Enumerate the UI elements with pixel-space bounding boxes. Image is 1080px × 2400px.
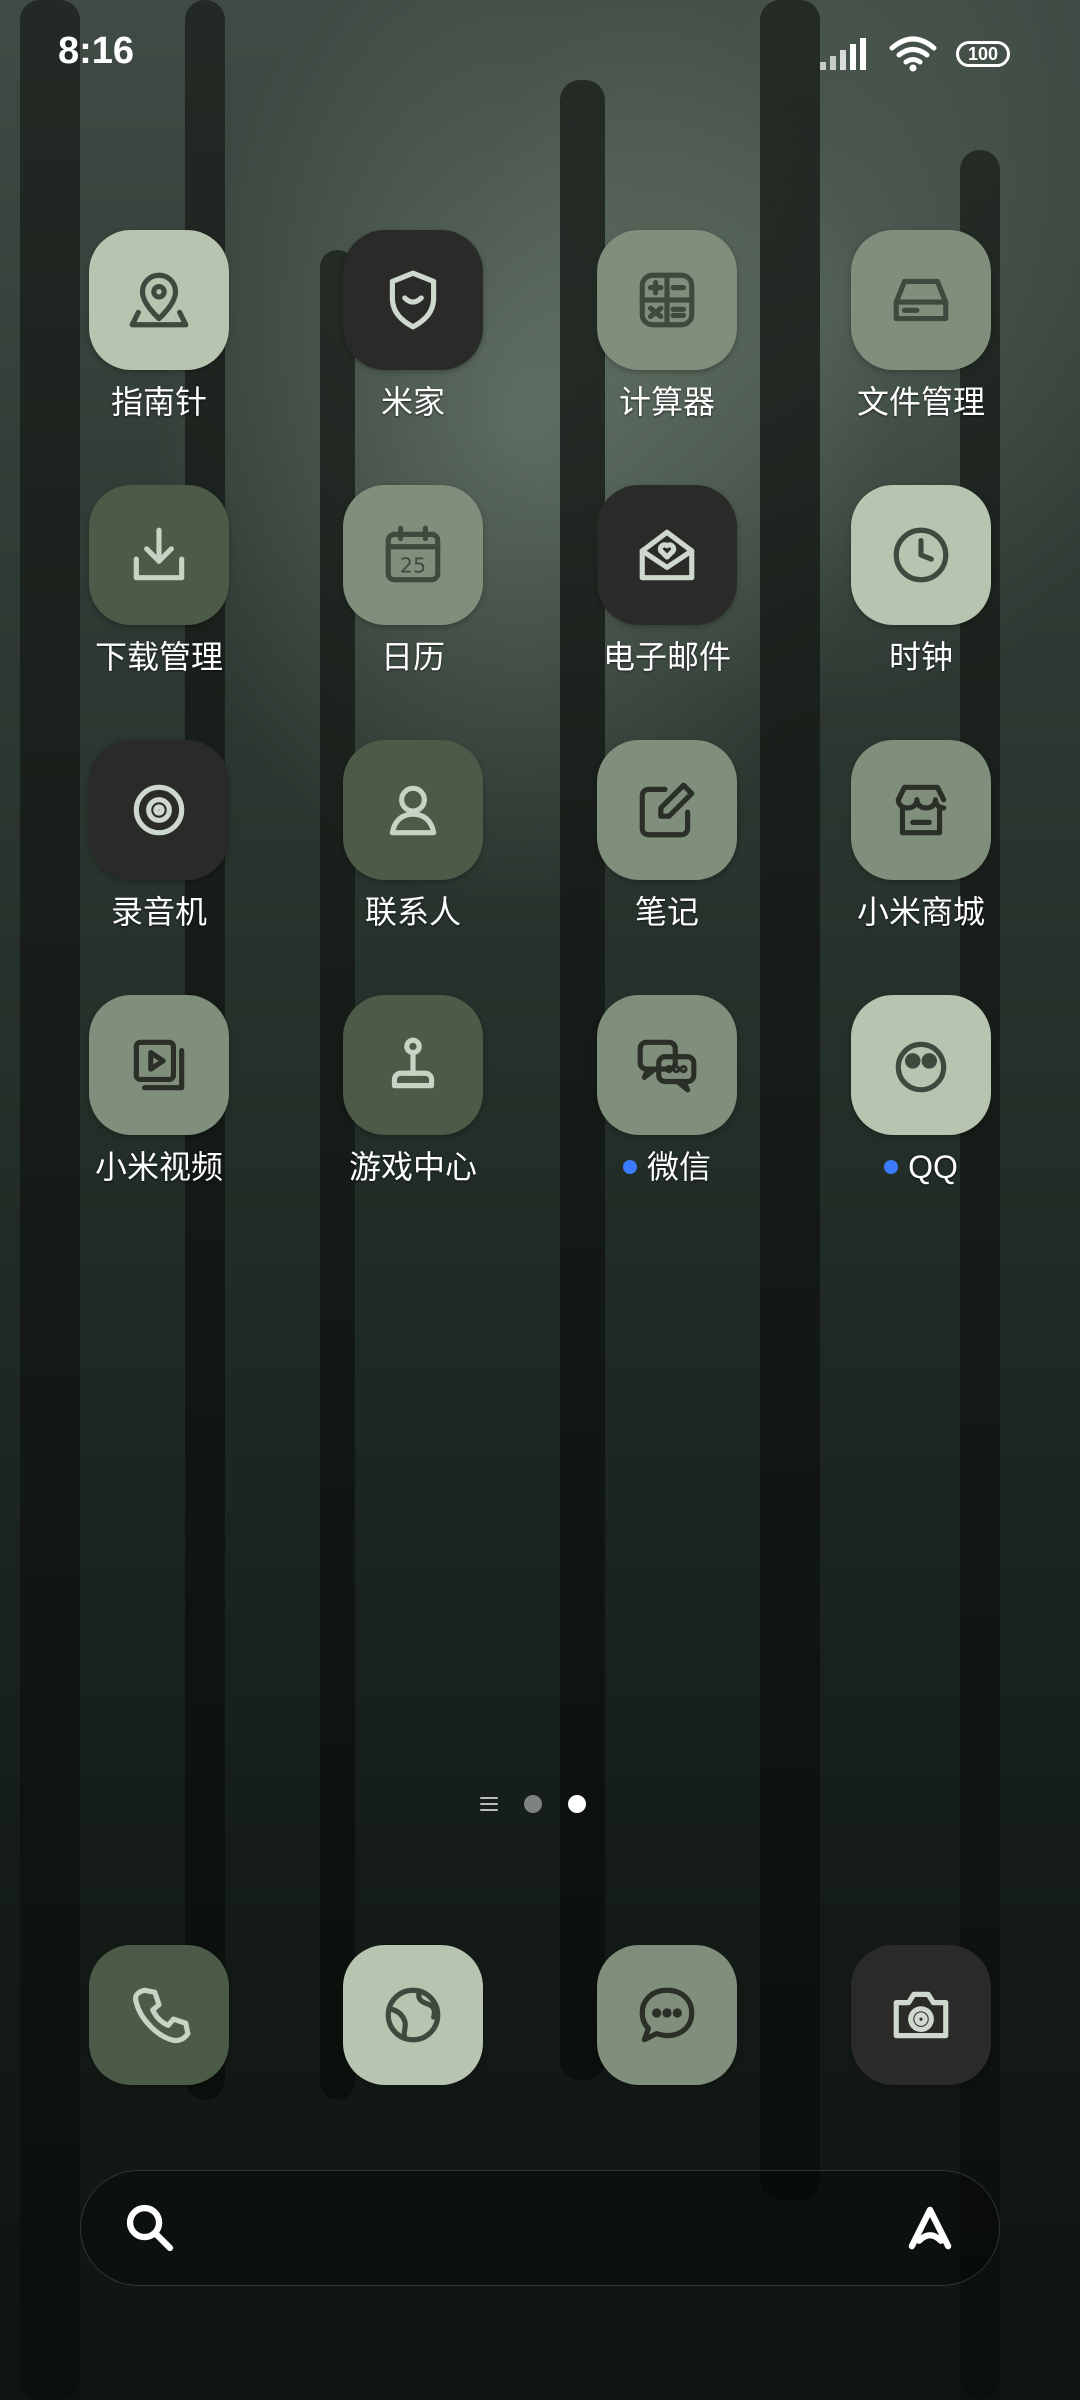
compass-map-icon: [89, 230, 229, 370]
app-calculator[interactable]: 计算器: [540, 230, 794, 424]
page-dot-active[interactable]: [568, 1795, 586, 1813]
app-label: 游戏中心: [348, 1149, 477, 1185]
calculator-icon: [597, 230, 737, 370]
dock-phone[interactable]: [32, 1945, 286, 2085]
drive-icon: [851, 230, 991, 370]
app-clock[interactable]: 时钟: [794, 485, 1048, 679]
app-label: 联系人: [364, 894, 461, 930]
shield-smile-icon: [343, 230, 483, 370]
wifi-icon: [889, 36, 937, 72]
app-downloads[interactable]: 下载管理: [32, 485, 286, 679]
app-label: 计算器: [618, 384, 715, 420]
app-drawer-indicator-icon[interactable]: [480, 1797, 498, 1811]
page-indicator[interactable]: [480, 1795, 586, 1813]
app-recorder[interactable]: 录音机: [32, 740, 286, 934]
calendar-icon: 25: [343, 485, 483, 625]
notes-edit-icon: [597, 740, 737, 880]
new-badge-dot: [884, 1160, 899, 1174]
dock-messages[interactable]: [540, 1945, 794, 2085]
app-email[interactable]: 电子邮件: [540, 485, 794, 679]
recorder-icon: [89, 740, 229, 880]
wechat-icon: [597, 995, 737, 1135]
joystick-icon: [343, 995, 483, 1135]
dock-camera[interactable]: [794, 1945, 1048, 2085]
app-mi-video[interactable]: 小米视频: [32, 995, 286, 1189]
app-label: 时钟: [888, 639, 953, 675]
calendar-day: 25: [400, 554, 426, 578]
mail-heart-icon: [597, 485, 737, 625]
signal-icon: [820, 38, 866, 70]
download-icon: [89, 485, 229, 625]
app-label: 文件管理: [856, 384, 985, 420]
app-label: 日历: [380, 639, 445, 675]
app-mi-store[interactable]: 小米商城: [794, 740, 1048, 934]
phone-icon: [89, 1945, 229, 2085]
app-game-center[interactable]: 游戏中心: [286, 995, 540, 1189]
app-label: 小米商城: [856, 894, 985, 930]
app-label: 笔记: [634, 894, 699, 930]
message-bubble-icon: [597, 1945, 737, 2085]
app-label: 小米视频: [94, 1149, 223, 1185]
battery-level: 100: [967, 43, 999, 64]
globe-icon: [343, 1945, 483, 2085]
status-bar: 8:16 100: [0, 0, 1080, 110]
assistant-a-icon[interactable]: [901, 2199, 959, 2257]
app-qq[interactable]: QQ: [794, 995, 1048, 1189]
search-icon[interactable]: [121, 2199, 179, 2257]
app-notes[interactable]: 笔记: [540, 740, 794, 934]
app-contacts[interactable]: 联系人: [286, 740, 540, 934]
status-time: 8:16: [58, 30, 135, 72]
page-dot[interactable]: [524, 1795, 542, 1813]
dock-browser[interactable]: [286, 1945, 540, 2085]
status-icons: 100: [818, 36, 1010, 72]
video-icon: [89, 995, 229, 1135]
app-mijia[interactable]: 米家: [286, 230, 540, 424]
app-label: 下载管理: [94, 639, 223, 675]
app-wechat[interactable]: 微信: [540, 995, 794, 1189]
app-label: 电子邮件: [602, 639, 731, 675]
person-icon: [343, 740, 483, 880]
battery-indicator: 100: [956, 41, 1010, 67]
app-label: 微信: [646, 1149, 711, 1185]
qq-icon: [851, 995, 991, 1135]
app-compass[interactable]: 指南针: [32, 230, 286, 424]
app-label: QQ: [908, 1149, 958, 1185]
camera-icon: [851, 1945, 991, 2085]
search-bar[interactable]: [80, 2170, 1000, 2286]
app-label: 米家: [380, 384, 445, 420]
app-label: 录音机: [110, 894, 207, 930]
store-icon: [851, 740, 991, 880]
app-file-manager[interactable]: 文件管理: [794, 230, 1048, 424]
app-calendar[interactable]: 25 日历: [286, 485, 540, 679]
new-badge-dot: [622, 1160, 637, 1174]
app-label: 指南针: [110, 384, 207, 420]
clock-icon: [851, 485, 991, 625]
dock: [0, 1945, 1080, 2085]
